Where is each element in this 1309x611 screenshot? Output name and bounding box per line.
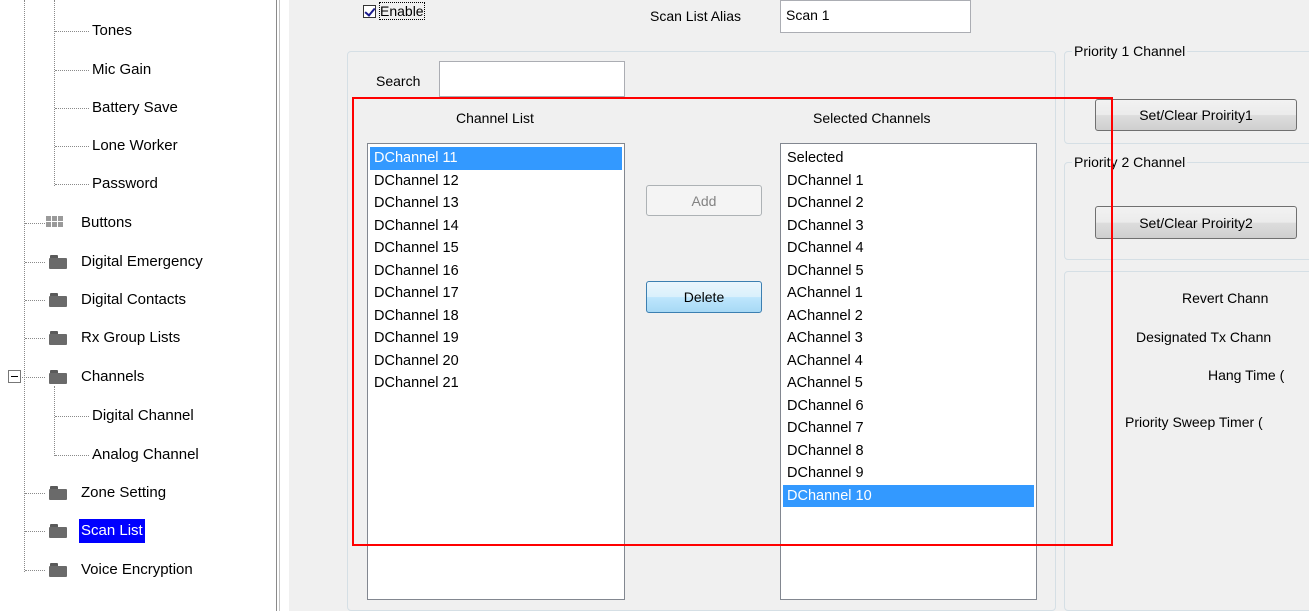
priority-2-title: Priority 2 Channel (1072, 154, 1188, 170)
tree-item-label: Lone Worker (92, 137, 178, 154)
navigation-tree: Tones Mic Gain Battery Save Lone Worker … (0, 0, 272, 611)
tree-item-label: Digital Emergency (81, 253, 203, 270)
priority-sweep-timer-label: Priority Sweep Timer ( (1125, 414, 1263, 430)
tree-item-password[interactable]: Password (0, 172, 272, 196)
list-item[interactable]: DChannel 7 (783, 417, 1034, 440)
alias-input[interactable]: Scan 1 (780, 0, 971, 33)
tree-item-label: Digital Contacts (81, 291, 187, 308)
list-item[interactable]: DChannel 16 (370, 260, 622, 283)
hang-time-label: Hang Time ( (1208, 367, 1285, 383)
delete-button[interactable]: Delete (646, 281, 762, 313)
revert-channel-label: Revert Chann (1182, 290, 1269, 306)
tree-item-lone-worker[interactable]: Lone Worker (0, 134, 272, 158)
grid-icon (46, 216, 66, 230)
tree-item-label: Scan List (79, 519, 145, 543)
channel-list[interactable]: DChannel 11 DChannel 12 DChannel 13 DChanne… (367, 143, 625, 600)
tree-item-label: Password (92, 175, 158, 192)
tree-item-digital-emergency[interactable]: Digital Emergency (0, 250, 272, 274)
list-item[interactable]: DChannel 11 (370, 147, 622, 170)
folder-icon (48, 563, 68, 577)
list-item[interactable]: AChannel 5 (783, 372, 1034, 395)
tree-item-label: Rx Group Lists (81, 329, 181, 346)
tree-item-label: Channels (81, 368, 145, 385)
list-item[interactable]: DChannel 17 (370, 282, 622, 305)
panel-splitter[interactable] (272, 0, 288, 611)
tree-item-tones[interactable]: Tones (0, 19, 272, 43)
list-item[interactable]: DChannel 12 (370, 170, 622, 193)
list-item[interactable]: DChannel 1 (783, 170, 1034, 193)
list-item[interactable]: DChannel 19 (370, 327, 622, 350)
tree-item-label: Tones (92, 22, 133, 39)
list-item[interactable]: DChannel 3 (783, 215, 1034, 238)
set-clear-priority-2-button[interactable]: Set/Clear Proirity2 (1095, 206, 1297, 239)
list-item[interactable]: Selected (783, 147, 1034, 170)
list-item[interactable]: DChannel 18 (370, 305, 622, 328)
list-item[interactable]: DChannel 13 (370, 192, 622, 215)
selected-channels-label: Selected Channels (813, 110, 931, 126)
scan-settings-group (1064, 271, 1309, 611)
tree-item-analog-channel[interactable]: Analog Channel (0, 443, 272, 467)
list-item[interactable]: DChannel 10 (783, 484, 1034, 507)
tree-item-label: Digital Channel (92, 407, 194, 424)
list-item[interactable]: AChannel 1 (783, 282, 1034, 305)
tree-item-scan-list[interactable]: Scan List (0, 519, 272, 543)
list-item[interactable]: DChannel 2 (783, 192, 1034, 215)
tree-item-label: Analog Channel (92, 446, 199, 463)
tree-item-label: Voice Encryption (81, 561, 193, 578)
set-clear-priority-1-button[interactable]: Set/Clear Proirity1 (1095, 99, 1297, 131)
folder-icon (48, 293, 68, 307)
list-item[interactable]: AChannel 2 (783, 305, 1034, 328)
list-item[interactable]: AChannel 4 (783, 350, 1034, 373)
priority-1-title: Priority 1 Channel (1072, 43, 1188, 59)
list-item[interactable]: DChannel 9 (783, 462, 1034, 485)
tree-item-label: Mic Gain (92, 61, 152, 78)
list-item[interactable]: DChannel 21 (370, 372, 622, 395)
folder-icon (48, 255, 68, 269)
folder-icon (48, 331, 68, 345)
tree-item-battery-save[interactable]: Battery Save (0, 96, 272, 120)
tree-item-buttons[interactable]: Buttons (0, 211, 272, 235)
tree-item-label: Battery Save (92, 99, 178, 116)
enable-checkbox[interactable] (363, 5, 376, 18)
tree-item-label: Buttons (81, 214, 132, 231)
tree-item-digital-channel[interactable]: Digital Channel (0, 404, 272, 428)
selected-channels-list[interactable]: Selected DChannel 1 DChannel 2 DChannel 3 DC… (780, 143, 1037, 600)
list-item[interactable]: DChannel 15 (370, 237, 622, 260)
tree-item-label: Zone Setting (81, 484, 167, 501)
tree-item-mic-gain[interactable]: Mic Gain (0, 58, 272, 82)
folder-icon (48, 370, 68, 384)
list-item[interactable]: DChannel 6 (783, 395, 1034, 418)
collapse-icon[interactable] (8, 370, 21, 383)
list-item[interactable]: DChannel 5 (783, 260, 1034, 283)
list-item[interactable]: DChannel 14 (370, 215, 622, 238)
list-item[interactable]: DChannel 4 (783, 237, 1034, 260)
scan-list-editor: Enable Scan List Alias Scan 1 Search Cha… (289, 0, 1309, 611)
list-item[interactable]: DChannel 8 (783, 440, 1034, 463)
designated-tx-channel-label: Designated Tx Chann (1136, 329, 1272, 345)
enable-label[interactable]: Enable (379, 2, 425, 20)
list-item[interactable]: AChannel 3 (783, 327, 1034, 350)
tree-item-digital-contacts[interactable]: Digital Contacts (0, 288, 272, 312)
alias-label: Scan List Alias (650, 8, 742, 24)
search-label: Search (376, 73, 421, 89)
search-input[interactable] (439, 61, 625, 97)
tree-item-voice-encryption[interactable]: Voice Encryption (0, 558, 272, 582)
folder-icon (48, 524, 68, 538)
list-item[interactable]: DChannel 20 (370, 350, 622, 373)
tree-item-rx-group-lists[interactable]: Rx Group Lists (0, 326, 272, 350)
folder-icon (48, 486, 68, 500)
tree-item-channels[interactable]: Channels (0, 365, 272, 389)
channel-list-label: Channel List (456, 110, 534, 126)
tree-item-zone-setting[interactable]: Zone Setting (0, 481, 272, 505)
add-button[interactable]: Add (646, 185, 762, 216)
